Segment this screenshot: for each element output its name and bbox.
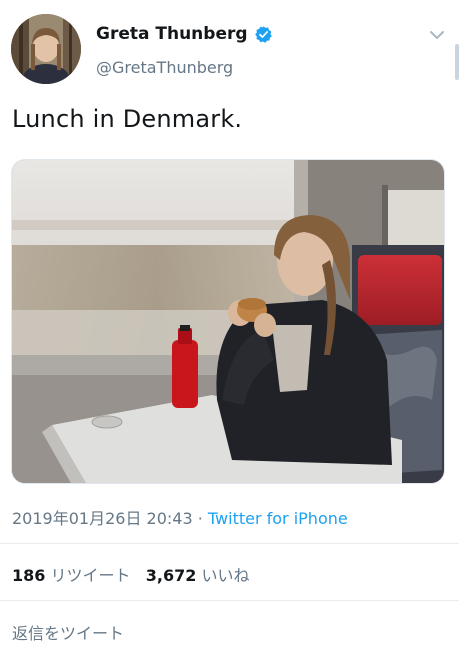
divider	[0, 600, 459, 601]
retweet-count: 186	[12, 566, 46, 585]
verified-badge-icon	[254, 25, 273, 44]
meta-separator: ·	[192, 509, 208, 528]
chevron-down-icon[interactable]	[428, 27, 446, 41]
retweet-stat[interactable]: 186 リツイート	[12, 566, 131, 585]
tweet-source-link[interactable]: Twitter for iPhone	[208, 509, 348, 528]
avatar-image	[11, 14, 81, 84]
divider	[0, 543, 459, 544]
tweet-timestamp[interactable]: 2019年01月26日 20:43	[12, 509, 193, 528]
like-label: いいね	[201, 566, 250, 585]
tweet-photo[interactable]	[11, 159, 445, 484]
avatar[interactable]	[11, 14, 81, 84]
like-stat[interactable]: 3,672 いいね	[146, 566, 250, 585]
author-handle[interactable]: @GretaThunberg	[96, 58, 233, 77]
tweet-text: Lunch in Denmark.	[12, 105, 243, 133]
tweet-meta: 2019年01月26日 20:43 · Twitter for iPhone	[12, 505, 348, 529]
retweet-label: リツイート	[50, 566, 131, 585]
tweet-stats: 186 リツイート 3,672 いいね	[12, 562, 250, 586]
scrollbar[interactable]	[455, 44, 459, 80]
like-count: 3,672	[145, 566, 197, 585]
reply-input[interactable]: 返信をツイート	[12, 620, 124, 644]
tweet-card: Greta Thunberg @GretaThunberg Lunch in D…	[0, 0, 459, 647]
photo-image	[12, 160, 444, 483]
author-name[interactable]: Greta Thunberg	[96, 24, 248, 44]
author-row: Greta Thunberg	[96, 24, 273, 44]
